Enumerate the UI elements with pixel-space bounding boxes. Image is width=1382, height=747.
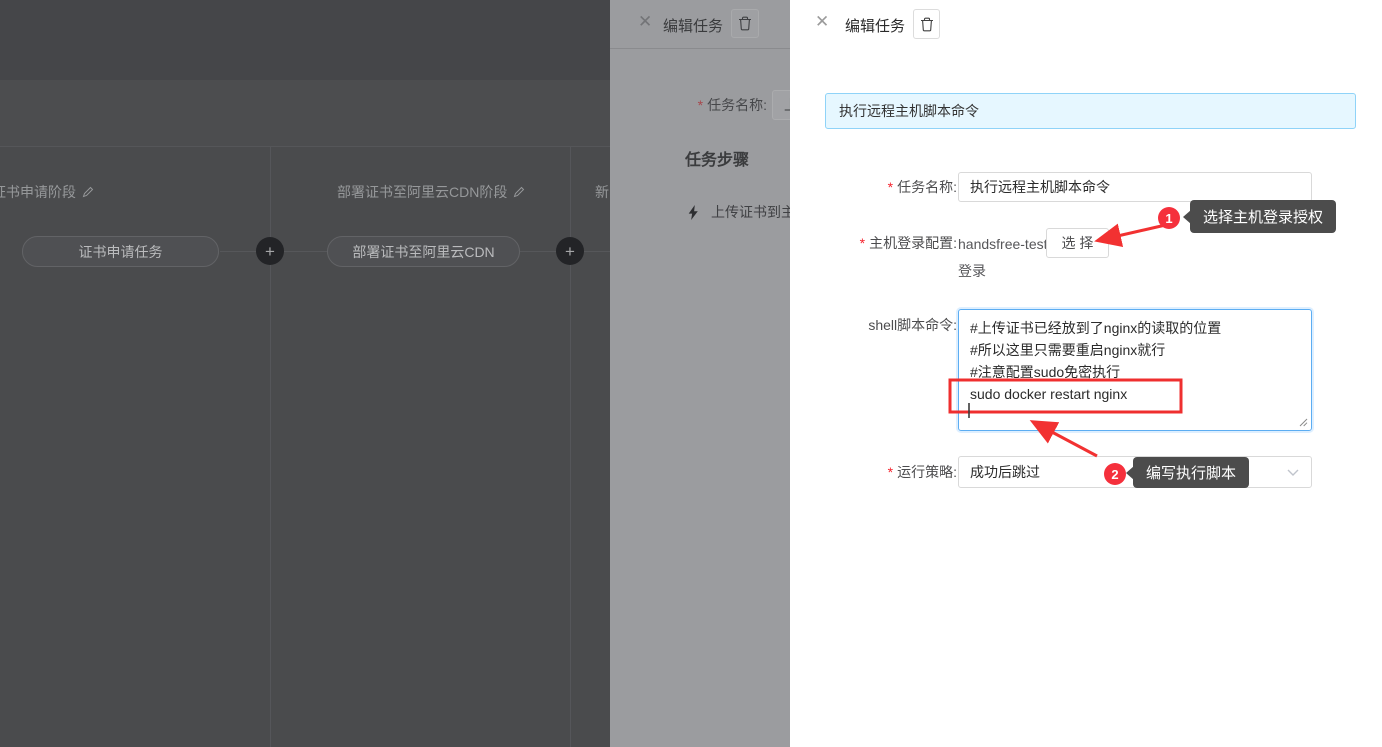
flow-connector bbox=[584, 251, 610, 252]
annotation-badge-2: 2 bbox=[1104, 463, 1126, 485]
trash-icon bbox=[920, 17, 934, 32]
stage-title-text: 新阶段 bbox=[595, 182, 610, 202]
required-star: * bbox=[888, 179, 893, 195]
resize-handle[interactable] bbox=[1299, 418, 1308, 427]
plus-icon: + bbox=[265, 243, 275, 260]
stage-title-1: 证书申请阶段 bbox=[0, 182, 94, 202]
host-login-value: handsfree-test bbox=[958, 236, 1048, 252]
host-login-label: * 主机登录配置: bbox=[790, 228, 957, 258]
step-label: 上传证书到主 bbox=[711, 202, 790, 222]
task-card-deploy-cdn[interactable]: 部署证书至阿里云CDN bbox=[327, 236, 520, 267]
chevron-down-icon bbox=[1287, 469, 1299, 477]
flow-connector bbox=[520, 251, 556, 252]
run-policy-label: * 运行策略: bbox=[790, 456, 957, 488]
required-star: * bbox=[860, 235, 865, 251]
toolbar-bar bbox=[0, 80, 610, 146]
add-task-button[interactable]: + bbox=[556, 237, 584, 265]
trash-icon bbox=[738, 16, 752, 31]
task-steps-heading: 任务步骤 bbox=[685, 146, 749, 170]
annotation-tooltip-1: 选择主机登录授权 bbox=[1190, 200, 1336, 233]
task-name-label: * 任务名称: bbox=[610, 90, 767, 120]
delete-task-button[interactable] bbox=[913, 9, 940, 39]
stage-title-text: 证书申请阶段 bbox=[0, 182, 76, 202]
choose-host-button[interactable]: 选 择 bbox=[1046, 228, 1109, 258]
drawer-title: 编辑任务 bbox=[845, 15, 905, 36]
task-card-cert-apply[interactable]: 证书申请任务 bbox=[22, 236, 219, 267]
app-screen: 证书申请阶段 部署证书至阿里云CDN阶段 新阶段 证书申请任务 部署证书至阿里云… bbox=[0, 0, 1382, 747]
plus-icon: + bbox=[565, 243, 575, 260]
edit-pencil-icon[interactable] bbox=[82, 186, 94, 198]
required-star: * bbox=[888, 464, 893, 480]
annotation-badge-1: 1 bbox=[1158, 207, 1180, 229]
required-star: * bbox=[698, 97, 703, 113]
workflow-canvas: 证书申请阶段 部署证书至阿里云CDN阶段 新阶段 证书申请任务 部署证书至阿里云… bbox=[0, 0, 610, 747]
shell-script-line: sudo docker restart nginx bbox=[970, 383, 1300, 405]
close-icon[interactable]: ✕ bbox=[815, 12, 829, 32]
shell-script-line: #所以这里只需要重启nginx就行 bbox=[970, 339, 1300, 361]
delete-task-button[interactable] bbox=[731, 9, 759, 38]
edit-task-drawer-behind: ✕ 编辑任务 * 任务名称: 上 任务步骤 上传证书到主 bbox=[610, 0, 790, 747]
header-divider bbox=[610, 48, 790, 49]
task-name-input[interactable] bbox=[958, 172, 1312, 202]
task-card-label: 证书申请任务 bbox=[79, 242, 163, 262]
shell-script-textarea[interactable]: #上传证书已经放到了nginx的读取的位置 #所以这里只需要重启nginx就行 … bbox=[958, 309, 1312, 431]
stage-title-3: 新阶段 bbox=[595, 182, 610, 202]
annotation-tooltip-2: 编写执行脚本 bbox=[1133, 457, 1249, 488]
host-login-value-line2: 登录 bbox=[958, 261, 986, 281]
shell-script-line: #注意配置sudo免密执行 bbox=[970, 361, 1300, 383]
label-text: 任务名称: bbox=[897, 177, 957, 197]
edit-task-drawer: ✕ 编辑任务 执行远程主机脚本命令 * 任务名称: * 主机登录配置: hand… bbox=[790, 0, 1382, 747]
label-text: 主机登录配置: bbox=[869, 233, 957, 253]
app-top-bar bbox=[0, 0, 610, 80]
task-type-alert: 执行远程主机脚本命令 bbox=[825, 93, 1356, 129]
alert-text: 执行远程主机脚本命令 bbox=[839, 101, 979, 121]
lightning-icon bbox=[688, 205, 699, 220]
shell-script-line: #上传证书已经放到了nginx的读取的位置 bbox=[970, 317, 1300, 339]
add-task-button[interactable]: + bbox=[256, 237, 284, 265]
flow-connector bbox=[220, 251, 256, 252]
task-step-item[interactable]: 上传证书到主 bbox=[688, 202, 790, 222]
selected-option: 成功后跳过 bbox=[970, 462, 1040, 482]
edit-pencil-icon[interactable] bbox=[513, 186, 525, 198]
stage-title-2: 部署证书至阿里云CDN阶段 bbox=[337, 182, 525, 202]
task-name-label: * 任务名称: bbox=[790, 172, 957, 202]
label-text: 运行策略: bbox=[897, 462, 957, 482]
label-text: 任务名称: bbox=[707, 95, 767, 115]
label-text: shell脚本命令: bbox=[868, 315, 957, 335]
stage-title-text: 部署证书至阿里云CDN阶段 bbox=[337, 182, 507, 202]
drawer-title: 编辑任务 bbox=[663, 15, 723, 36]
task-card-label: 部署证书至阿里云CDN bbox=[352, 242, 494, 262]
flow-connector bbox=[284, 251, 327, 252]
shell-script-label: shell脚本命令: bbox=[790, 310, 957, 340]
close-icon[interactable]: ✕ bbox=[638, 12, 652, 32]
task-name-input[interactable]: 上 bbox=[772, 90, 790, 120]
